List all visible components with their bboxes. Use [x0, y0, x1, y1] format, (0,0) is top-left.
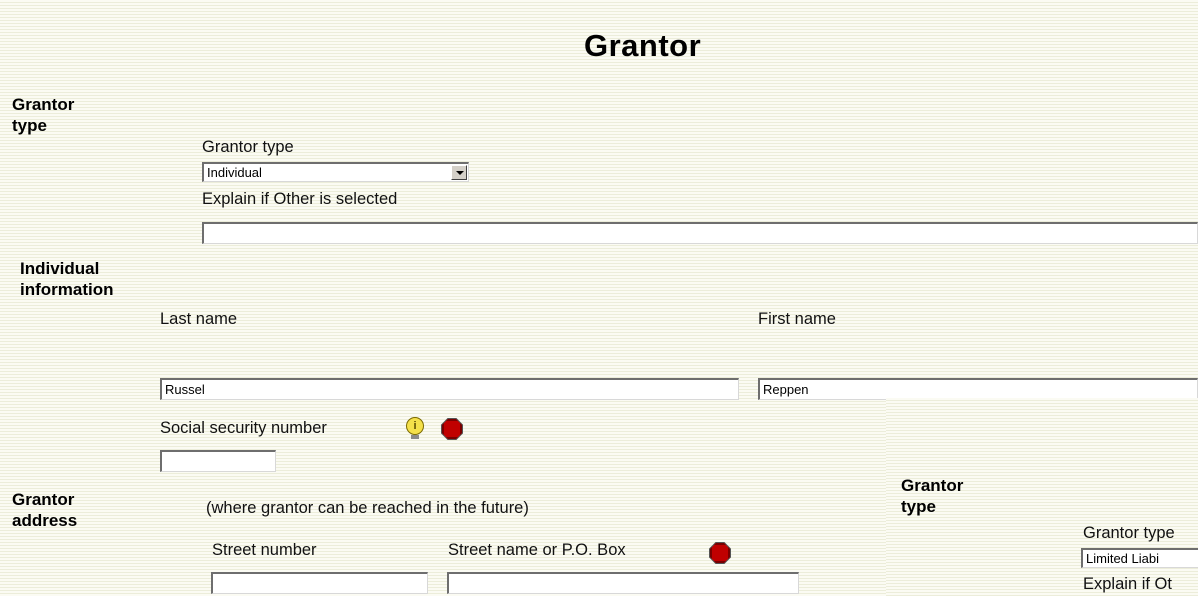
overlay-grantor-type-heading: Grantor type	[901, 475, 963, 517]
grantor-type-selected-value: Individual	[207, 165, 262, 180]
street-number-label: Street number	[212, 541, 317, 559]
stop-sign-icon	[441, 418, 463, 440]
last-name-input[interactable]: Russel	[160, 378, 739, 400]
individual-heading-line2: information	[20, 280, 114, 299]
ssn-label: Social security number	[160, 419, 327, 437]
street-number-input[interactable]	[211, 572, 428, 594]
first-name-input[interactable]: Reppen	[758, 378, 1198, 400]
grantor-address-heading: Grantor address	[12, 489, 77, 531]
overlay-grantor-type-selected-value: Limited Liabi	[1086, 551, 1159, 566]
overlay-grantor-type-select[interactable]: Limited Liabi	[1081, 548, 1198, 568]
explain-other-label: Explain if Other is selected	[202, 190, 398, 208]
grantor-type-heading-line1: Grantor	[12, 95, 75, 114]
overlapping-form-window: Grantor type Grantor type Limited Liabi …	[886, 398, 1198, 596]
stop-sign-icon	[709, 542, 731, 564]
overlay-explain-other-label: Explain if Ot	[1083, 575, 1172, 593]
grantor-type-label: Grantor type	[202, 138, 294, 156]
explain-other-input[interactable]	[202, 222, 1198, 244]
grantor-form-page: Grantor Grantor type Grantor type Indivi…	[0, 0, 1198, 596]
grantor-type-select[interactable]: Individual	[202, 162, 469, 182]
ssn-input[interactable]	[160, 450, 276, 472]
individual-heading-line1: Individual	[20, 259, 100, 278]
grantor-address-heading-line2: address	[12, 511, 78, 530]
street-name-label: Street name or P.O. Box	[448, 541, 626, 559]
address-note: (where grantor can be reached in the fut…	[206, 499, 529, 517]
individual-information-heading: Individual information	[20, 258, 114, 300]
overlay-heading-line2: type	[901, 497, 936, 516]
chevron-down-icon[interactable]	[451, 165, 467, 180]
last-name-label: Last name	[160, 310, 238, 328]
grantor-type-heading-line2: type	[12, 116, 47, 135]
page-title: Grantor	[584, 28, 702, 63]
street-name-input[interactable]	[447, 572, 799, 594]
overlay-grantor-type-label: Grantor type	[1083, 524, 1175, 542]
grantor-type-heading: Grantor type	[12, 94, 74, 136]
first-name-label: First name	[758, 310, 836, 328]
grantor-address-heading-line1: Grantor	[12, 490, 75, 509]
overlay-heading-line1: Grantor	[901, 476, 964, 495]
lightbulb-info-icon[interactable]: i	[405, 417, 425, 441]
